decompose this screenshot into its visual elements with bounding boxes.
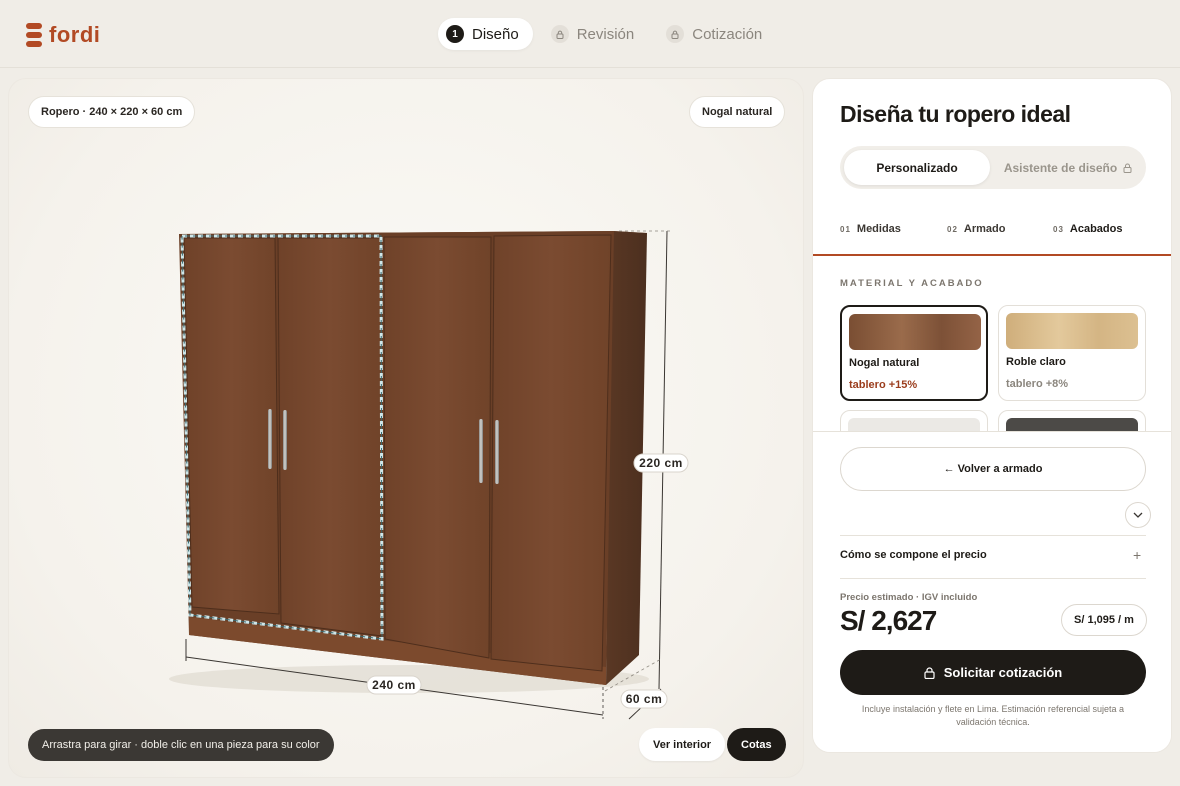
material-name: Roble claro <box>1006 356 1066 368</box>
mode-assistant-button[interactable]: Asistente de diseño <box>994 150 1142 185</box>
lock-icon <box>1123 163 1132 173</box>
door-handle <box>268 409 272 469</box>
plus-icon[interactable]: + <box>1133 547 1141 563</box>
chevron-down-icon <box>1133 512 1143 518</box>
tab-number: 01 <box>840 225 851 234</box>
mode-assistant-label: Asistente de diseño <box>1003 160 1118 175</box>
width-dim-label: 240 cm <box>372 678 416 692</box>
height-dim-label: 220 cm <box>639 456 683 470</box>
logo-mark-icon <box>26 23 44 47</box>
tab-label: Medidas <box>856 223 901 235</box>
lock-icon <box>550 25 569 43</box>
estimated-price: S/ 2,627 <box>840 605 937 636</box>
material-section-label: MATERIAL Y ACABADO <box>840 278 984 289</box>
view-interior-button[interactable]: Ver interior <box>639 728 726 761</box>
step-review[interactable]: Revisión <box>543 18 649 50</box>
material-swatch <box>1006 313 1138 349</box>
tab-label: Armado <box>963 223 1006 235</box>
door-2[interactable] <box>277 237 383 637</box>
material-swatch <box>849 314 981 350</box>
stepper: 1 Diseño Revisión Cotización <box>438 18 786 50</box>
quote-disclaimer: Incluye instalación y flete en Lima. Est… <box>861 704 1125 727</box>
price-caption: Precio estimado · IGV incluido <box>840 592 978 603</box>
door-handle <box>283 410 287 470</box>
step-label: Revisión <box>576 25 635 43</box>
depth-dim-label: 60 cm <box>626 692 663 706</box>
brand-logo[interactable]: fordi <box>26 22 100 48</box>
design-mode-toggle: Personalizado Asistente de diseño <box>840 146 1146 189</box>
door-4[interactable] <box>490 234 612 672</box>
material-price: tablero +8% <box>1006 378 1069 390</box>
back-to-assembly-button[interactable]: ← Volver a armado <box>840 447 1146 491</box>
top-bar: fordi 1 Diseño Revisión Cotización <box>0 0 1180 68</box>
price-breakdown-toggle[interactable]: Cómo se compone el precio <box>840 549 987 561</box>
material-name: Nogal natural <box>849 357 920 369</box>
rotate-hint: Arrastra para girar · doble clic en una … <box>28 729 334 761</box>
footer-divider <box>813 431 1171 432</box>
tab-number: 02 <box>947 225 958 234</box>
wardrobe[interactable] <box>179 231 647 685</box>
config-tabs: 01 Medidas 02 Armado 03 Acabados <box>813 219 1171 256</box>
door-1[interactable] <box>183 237 280 615</box>
mode-custom-button[interactable]: Personalizado <box>844 150 990 185</box>
wardrobe-render[interactable]: 220 cm 240 cm 60 cm <box>9 79 804 778</box>
dimensions-toggle-button[interactable]: Cotas <box>727 728 786 761</box>
brand-name: fordi <box>49 22 101 47</box>
divider <box>840 578 1146 579</box>
lock-icon <box>924 666 935 679</box>
current-finish-pill: Nogal natural <box>689 96 786 128</box>
divider <box>840 535 1146 536</box>
door-handle <box>479 419 483 483</box>
wardrobe-3d-viewer[interactable]: 220 cm 240 cm 60 cm Ropero · 240 × 220 ×… <box>8 78 804 778</box>
tab-assembly[interactable]: 02 Armado <box>947 223 1005 235</box>
step-label: Cotización <box>692 25 763 43</box>
tab-finishes[interactable]: 03 Acabados <box>1053 223 1122 235</box>
door-3[interactable] <box>383 236 492 659</box>
lock-icon <box>666 25 685 43</box>
material-price: tablero +15% <box>849 379 918 391</box>
collapse-toggle-button[interactable] <box>1125 502 1151 528</box>
step-design[interactable]: 1 Diseño <box>438 18 533 50</box>
material-option-light-oak[interactable]: Roble claro tablero +8% <box>998 305 1146 401</box>
step-label: Diseño <box>472 25 519 43</box>
step-quote[interactable]: Cotización <box>658 18 776 50</box>
configurator-panel: Diseña tu ropero ideal Personalizado Asi… <box>812 78 1172 753</box>
door-handle <box>495 420 499 484</box>
price-per-meter-badge: S/ 1,095 / m <box>1061 604 1147 636</box>
tab-number: 03 <box>1053 225 1064 234</box>
panel-title: Diseña tu ropero ideal <box>840 101 1071 127</box>
request-quote-button[interactable]: Solicitar cotización <box>840 650 1146 695</box>
request-quote-label: Solicitar cotización <box>943 665 1063 680</box>
material-option-walnut[interactable]: Nogal natural tablero +15% <box>840 305 988 401</box>
tab-measures[interactable]: 01 Medidas <box>840 223 901 235</box>
product-dimensions-pill: Ropero · 240 × 220 × 60 cm <box>28 96 196 128</box>
step-number: 1 <box>446 25 464 43</box>
tab-label: Acabados <box>1069 223 1123 235</box>
